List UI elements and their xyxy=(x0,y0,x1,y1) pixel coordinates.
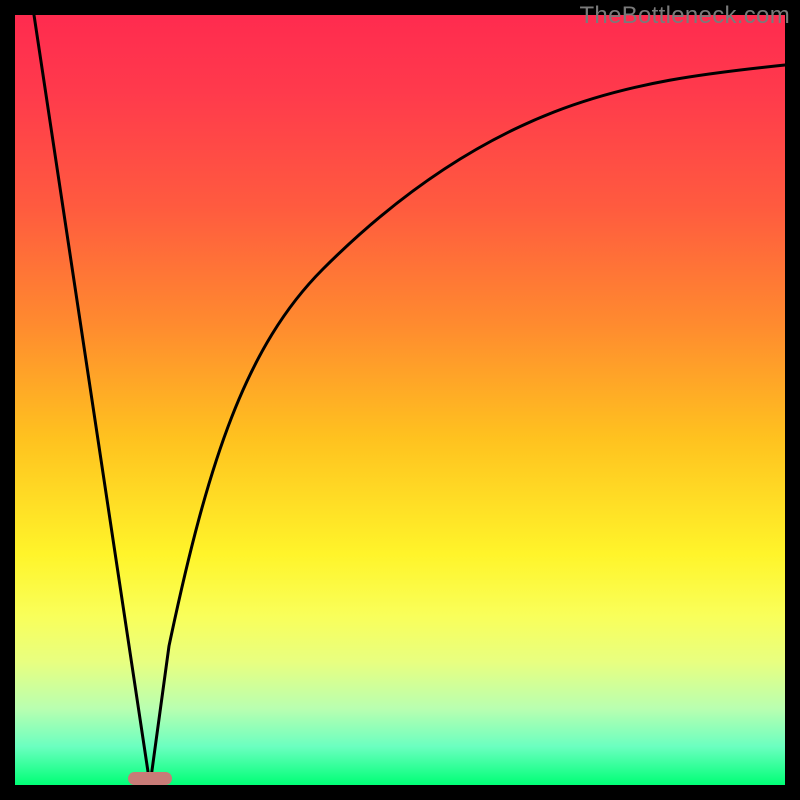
chart-frame: TheBottleneck.com xyxy=(0,0,800,800)
bottleneck-curve xyxy=(15,15,785,785)
watermark-text: TheBottleneck.com xyxy=(579,2,790,30)
optimal-marker xyxy=(128,772,172,785)
chart-plot-area xyxy=(15,15,785,785)
curve-path xyxy=(34,15,785,785)
